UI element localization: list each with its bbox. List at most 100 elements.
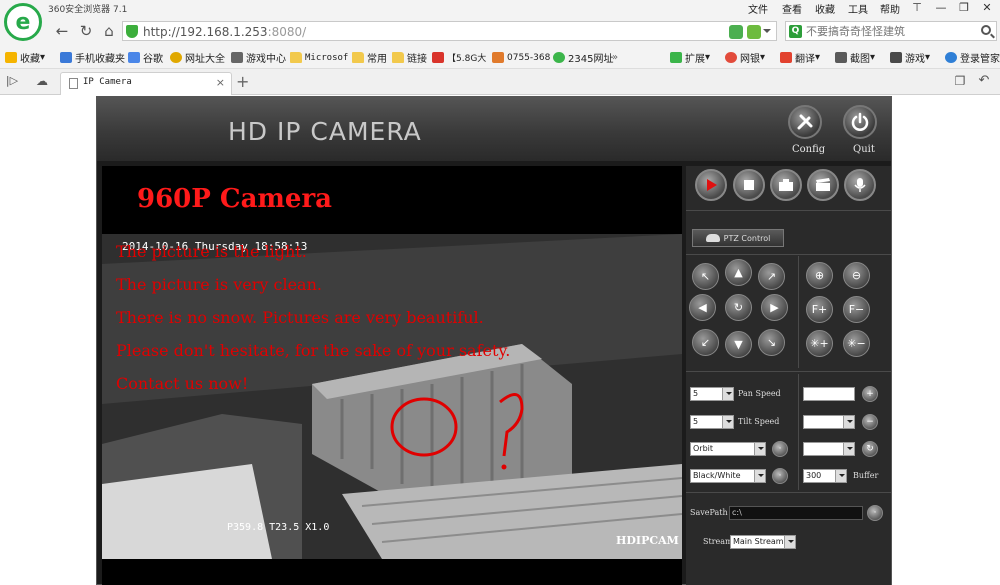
zoom-in-button[interactable]: ⊕ [806,262,833,289]
go-icon: · [778,444,782,454]
pan-up-right-button[interactable]: ↗ [758,263,785,290]
search-icon[interactable] [981,25,991,35]
color-mode-select[interactable]: Black/White [690,469,766,483]
menu-help[interactable]: 帮助 [880,1,900,16]
divider [686,492,891,493]
speed-mode-icon[interactable] [747,25,761,39]
browse-path-button[interactable]: · [867,505,883,521]
pan-center-button[interactable]: ↻ [725,294,752,321]
preset-select[interactable] [803,415,855,429]
chevron-down-icon[interactable] [763,29,771,37]
snapshot-button[interactable] [770,169,802,201]
pan-down-button[interactable]: ▼ [725,331,752,358]
bookmark-common[interactable]: 常用 [352,50,387,65]
promo-line-5: Contact us now! [116,374,249,393]
address-url[interactable]: http://192.168.1.253:8080/ [143,25,306,39]
pan-speed-value-field[interactable] [803,387,855,401]
focus-near-button[interactable]: F+ [806,296,833,323]
menu-view[interactable]: 查看 [782,1,802,16]
tab-close-icon[interactable]: × [216,76,225,89]
screenshot-button[interactable]: 截图 ▾ [835,50,875,65]
bookmark-game-center[interactable]: 游戏中心 [231,50,286,65]
tools-icon [797,114,813,130]
skin-icon[interactable]: ⊤ [906,0,928,16]
savepath-input[interactable]: c:\ [729,506,863,520]
sidebar-toggle-icon[interactable]: |▷ [2,71,22,91]
tab-ip-camera[interactable]: IP Camera × [60,72,232,95]
menu-tools[interactable]: 工具 [848,1,868,16]
restore-tabs-icon[interactable]: ❐ [950,71,970,91]
login-manager-button[interactable]: 登录管家 [945,50,1000,65]
arrow-left-icon: ◀ [698,301,707,314]
focus-far-button[interactable]: F− [843,296,870,323]
tilt-speed-select[interactable]: 5 [690,415,734,429]
online-banking-button[interactable]: 网银 ▾ [725,50,765,65]
plus-button[interactable]: + [862,386,878,402]
search-input[interactable] [806,24,976,39]
compat-mode-icon[interactable] [729,25,743,39]
stream-select[interactable]: Main Stream [730,535,796,549]
menu-favorites[interactable]: 收藏 [815,1,835,16]
browser-logo-icon: e [4,3,42,41]
close-window-icon[interactable]: ✕ [976,0,998,16]
orbit-select[interactable]: Orbit [690,442,766,456]
more-bookmarks-icon[interactable]: » [612,50,618,65]
talk-button[interactable] [844,169,876,201]
home-icon[interactable]: ⌂ [99,21,119,41]
bookmark-2345[interactable]: 2345网址 [553,50,613,65]
search-box[interactable]: Q [785,21,997,41]
bookmark-links[interactable]: 链接 [392,50,427,65]
iris-close-button[interactable]: ✳− [843,330,870,357]
zoom-out-button[interactable]: ⊖ [843,262,870,289]
back-arrow-icon[interactable]: ← [52,21,72,41]
config-button[interactable] [788,105,822,139]
pan-up-left-button[interactable]: ↖ [692,263,719,290]
pan-up-button[interactable]: ▲ [725,259,752,286]
pan-down-right-button[interactable]: ↘ [758,329,785,356]
pan-left-button[interactable]: ◀ [689,294,716,321]
new-tab-icon[interactable]: + [236,72,249,91]
stop-icon [744,180,754,190]
pan-down-left-button[interactable]: ↙ [692,329,719,356]
snapshot-icon [779,179,793,191]
refresh-icon[interactable]: ↻ [76,21,96,41]
bookmark-google[interactable]: 谷歌 [128,50,163,65]
undo-close-tab-icon[interactable]: ↶ [974,71,994,91]
buffer-select[interactable]: 300 [803,469,847,483]
chevron-down-icon [843,443,854,455]
menu-file[interactable]: 文件 [748,1,768,16]
bookmark-phone-number[interactable]: 0755-368 [492,50,550,65]
ptz-control-button[interactable]: PTZ Control [692,229,784,247]
translate-button[interactable]: 翻译 ▾ [780,50,820,65]
promo-line-1: The picture is the light. [116,242,307,261]
maximize-icon[interactable]: ❐ [953,0,975,16]
minimize-icon[interactable]: — [930,0,952,16]
cruise-select[interactable] [803,442,855,456]
bookmark-5g[interactable]: 【5.8G大 [432,50,486,65]
bookmark-url-directory[interactable]: 网址大全 [170,50,225,65]
address-bar[interactable]: http://192.168.1.253:8080/ [122,21,777,41]
google-icon [128,52,140,63]
video-view[interactable]: 960P Camera 2014-10-16 Thursday 18:58:13… [102,166,682,585]
color-mode-go-button[interactable]: · [772,468,788,484]
bookmark-favorites[interactable]: 收藏 ▾ [5,50,45,65]
microphone-icon [854,178,866,192]
bookmark-microsoft[interactable]: Microsof [290,50,348,65]
cloud-icon[interactable]: ☁ [32,71,52,91]
minus-button[interactable]: − [862,414,878,430]
extensions-button[interactable]: 扩展 ▾ [670,50,710,65]
stop-button[interactable] [733,169,765,201]
search-engine-icon[interactable]: Q [789,25,802,38]
pan-right-button[interactable]: ▶ [761,294,788,321]
site-icon [492,52,504,63]
quit-button[interactable] [843,105,877,139]
games-button[interactable]: 游戏 ▾ [890,50,930,65]
cruise-refresh-button[interactable]: ↻ [862,441,878,457]
play-button[interactable] [695,169,727,201]
iris-open-button[interactable]: ✳+ [806,330,833,357]
focus-plus-icon: F+ [811,303,828,316]
record-button[interactable] [807,169,839,201]
bookmark-mobile[interactable]: 手机收藏夹 [60,50,125,65]
pan-speed-select[interactable]: 5 [690,387,734,401]
orbit-go-button[interactable]: · [772,441,788,457]
